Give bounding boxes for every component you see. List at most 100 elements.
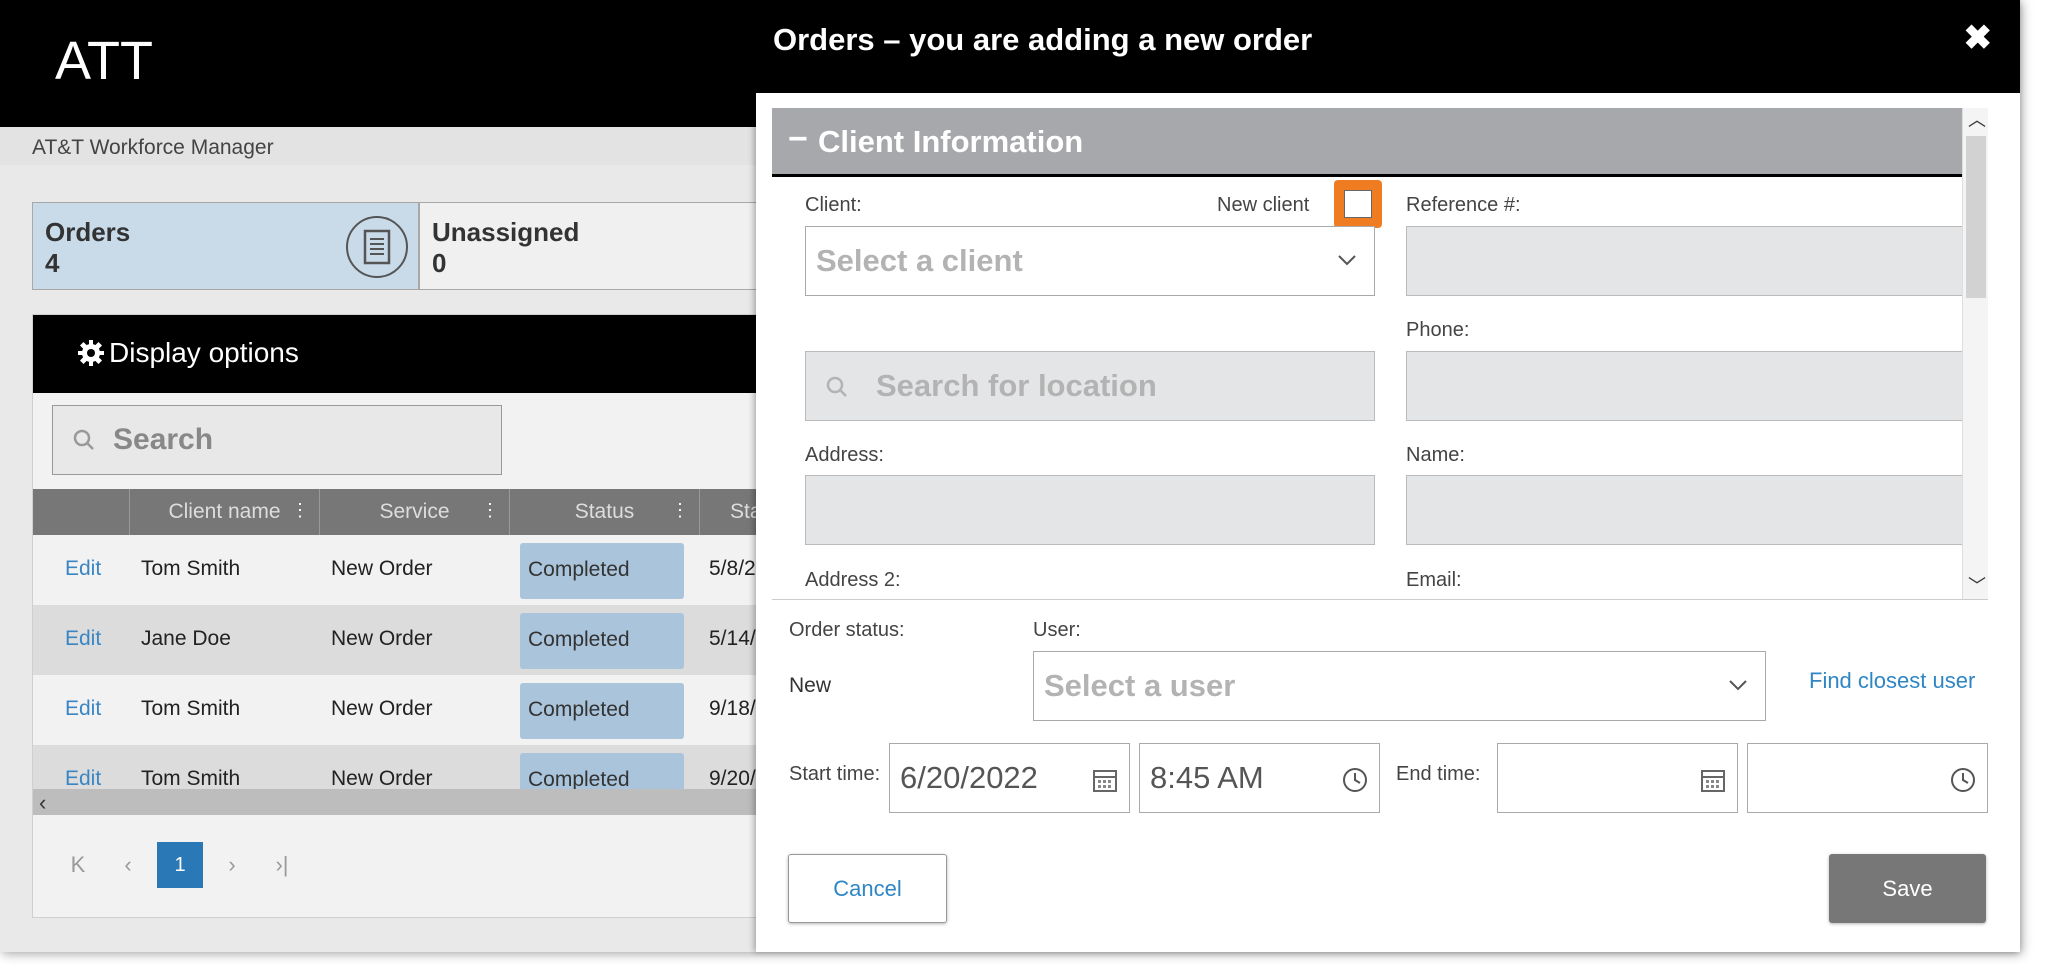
service-cell: New Order — [331, 767, 433, 789]
edit-link[interactable]: Edit — [65, 627, 101, 651]
new-client-checkbox-highlight — [1334, 180, 1382, 228]
find-closest-user-link[interactable]: Find closest user — [1809, 668, 1975, 694]
reference-input[interactable] — [1406, 226, 1976, 296]
client-information-section-header[interactable]: − Client Information — [772, 108, 1974, 177]
prev-page-button[interactable]: ‹ — [103, 852, 153, 878]
address-label: Address: — [805, 444, 884, 466]
user-select-placeholder: Select a user — [1044, 668, 1236, 703]
app-subtitle: AT&T Workforce Manager — [32, 136, 274, 159]
name-label: Name: — [1406, 444, 1465, 466]
col-header-label: Status — [574, 500, 635, 523]
col-header-status[interactable]: Status ⋮ — [509, 489, 699, 535]
dialog-title: Orders – you are adding a new order — [773, 22, 1313, 57]
col-header-actions — [33, 489, 129, 535]
phone-input[interactable] — [1406, 351, 1976, 421]
stat-label: Unassigned — [432, 217, 580, 247]
phone-label: Phone: — [1406, 319, 1470, 341]
vertical-scrollbar[interactable]: ︿ ﹀ — [1962, 108, 1988, 599]
client-name-cell: Tom Smith — [141, 767, 241, 789]
clock-icon[interactable] — [1949, 766, 1977, 794]
date-cell: 5/14/ — [709, 627, 756, 650]
display-options-label: Display options — [109, 337, 299, 368]
new-client-checkbox[interactable] — [1344, 190, 1372, 218]
chevron-up-icon[interactable]: ︿ — [1968, 108, 1986, 132]
last-page-button[interactable]: ›| — [257, 852, 307, 878]
chevron-down-icon[interactable]: ﹀ — [1968, 572, 1986, 598]
address-input[interactable] — [805, 475, 1375, 545]
name-input[interactable] — [1406, 475, 1976, 545]
save-button[interactable]: Save — [1829, 854, 1986, 923]
order-status-value: New — [789, 674, 832, 697]
scrollbar-thumb[interactable] — [1966, 136, 1986, 298]
edit-link[interactable]: Edit — [65, 697, 101, 721]
section-title: Client Information — [818, 124, 1084, 159]
column-menu-icon[interactable]: ⋮ — [671, 500, 689, 521]
end-time-input[interactable] — [1747, 743, 1988, 813]
status-badge: Completed — [520, 753, 684, 789]
start-date-input[interactable]: 6/20/2022 — [889, 743, 1130, 813]
client-select-placeholder: Select a client — [816, 243, 1023, 278]
address2-label: Address 2: — [805, 569, 901, 591]
edit-link[interactable]: Edit — [65, 767, 101, 789]
next-page-button[interactable]: › — [207, 852, 257, 878]
clock-icon[interactable] — [1341, 766, 1369, 794]
chevron-down-icon — [1729, 680, 1747, 691]
gear-icon — [78, 340, 104, 366]
start-date-value: 6/20/2022 — [900, 760, 1038, 795]
current-page-button[interactable]: 1 — [157, 842, 203, 888]
location-search-input[interactable]: Search for location — [805, 351, 1375, 421]
start-time-value: 8:45 AM — [1150, 760, 1264, 795]
collapse-icon[interactable]: − — [788, 120, 808, 159]
orders-stat-card[interactable]: Orders 4 — [32, 202, 419, 290]
close-icon[interactable]: ✖ — [1964, 18, 1993, 58]
client-info-scroll-area: − Client Information Client: New client … — [772, 108, 1988, 600]
col-header-label: Client name — [168, 500, 281, 523]
column-menu-icon[interactable]: ⋮ — [291, 500, 309, 521]
end-date-input[interactable] — [1497, 743, 1738, 813]
dialog-header: Orders – you are adding a new order ✖ — [756, 0, 2020, 93]
chevron-down-icon — [1338, 255, 1356, 266]
app-logo: ATT — [55, 31, 153, 91]
date-cell: 9/20/ — [709, 767, 756, 789]
date-cell: 5/8/2 — [709, 557, 756, 580]
col-header-client-name[interactable]: Client name ⋮ — [129, 489, 319, 535]
calendar-icon[interactable] — [1091, 766, 1119, 794]
new-order-dialog: Orders – you are adding a new order ✖ − … — [756, 0, 2020, 952]
service-cell: New Order — [331, 627, 433, 650]
client-name-cell: Tom Smith — [141, 557, 241, 580]
client-name-cell: Jane Doe — [141, 627, 231, 650]
cancel-button[interactable]: Cancel — [788, 854, 947, 923]
search-placeholder: Search — [113, 423, 214, 456]
email-label: Email: — [1406, 569, 1462, 591]
first-page-button[interactable]: K — [53, 852, 103, 878]
calendar-icon[interactable] — [1699, 766, 1727, 794]
search-icon — [73, 429, 94, 450]
end-time-label: End time: — [1396, 763, 1481, 785]
client-label: Client: — [805, 194, 862, 216]
search-icon — [826, 376, 847, 397]
service-cell: New Order — [331, 557, 433, 580]
status-badge: Completed — [520, 543, 684, 599]
stat-count: 4 — [45, 248, 60, 278]
start-time-input[interactable]: 8:45 AM — [1139, 743, 1380, 813]
order-status-label: Order status: — [789, 619, 905, 641]
edit-link[interactable]: Edit — [65, 557, 101, 581]
document-icon — [346, 216, 408, 278]
chevron-left-icon[interactable]: ‹ — [39, 790, 46, 816]
user-select[interactable]: Select a user — [1033, 651, 1766, 721]
col-header-service[interactable]: Service ⋮ — [319, 489, 509, 535]
column-menu-icon[interactable]: ⋮ — [481, 500, 499, 521]
stat-count: 0 — [432, 248, 447, 278]
date-cell: 9/18/ — [709, 697, 756, 720]
start-time-label: Start time: — [789, 763, 881, 785]
new-client-label: New client — [1217, 194, 1310, 216]
client-select[interactable]: Select a client — [805, 226, 1375, 296]
client-name-cell: Tom Smith — [141, 697, 241, 720]
user-label: User: — [1033, 619, 1081, 641]
grid-search-input[interactable]: Search — [52, 405, 502, 475]
service-cell: New Order — [331, 697, 433, 720]
display-options-button[interactable]: Display options — [77, 337, 299, 369]
location-placeholder: Search for location — [876, 368, 1157, 403]
stat-label: Orders — [45, 217, 131, 247]
status-badge: Completed — [520, 613, 684, 669]
